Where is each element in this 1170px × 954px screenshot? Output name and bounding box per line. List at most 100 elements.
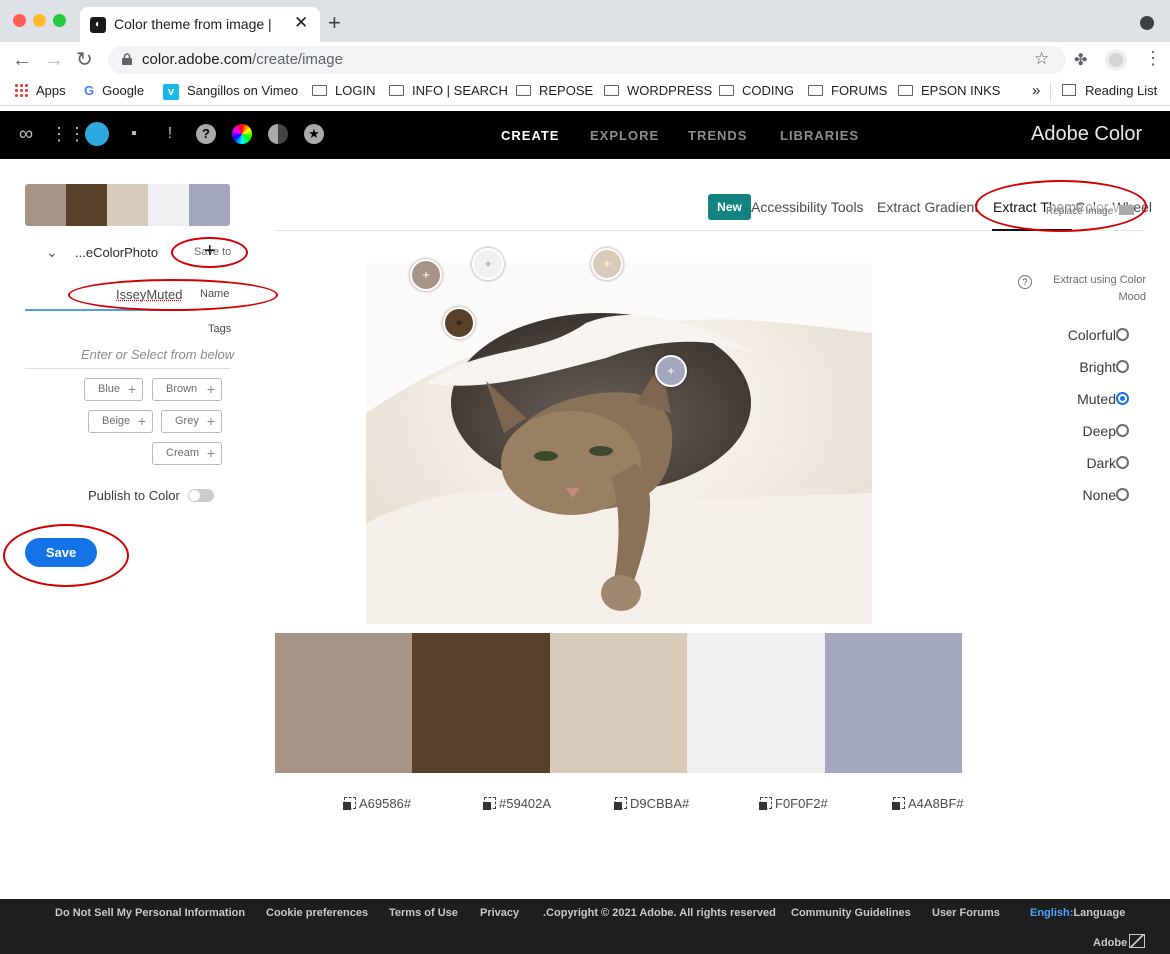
- address-bar[interactable]: color.adobe.com/create/image ☆: [108, 46, 1066, 74]
- forward-icon[interactable]: →: [44, 48, 64, 72]
- extensions-icon[interactable]: ✤: [1074, 50, 1087, 70]
- hex-value-3[interactable]: D9CBBA#: [614, 796, 689, 811]
- library-name[interactable]: ...eColorPhoto: [75, 245, 158, 260]
- nav-create[interactable]: CREATE: [501, 128, 559, 143]
- contrast-icon[interactable]: [268, 124, 288, 144]
- footer-user-forums[interactable]: User Forums: [932, 907, 1000, 919]
- tab-search-icon[interactable]: [1140, 16, 1154, 30]
- bookmark-star-icon[interactable]: ☆: [1034, 49, 1049, 69]
- browser-menu-icon[interactable]: ⋮: [1144, 48, 1162, 69]
- tab-close-icon[interactable]: ✕: [294, 13, 308, 33]
- mood-muted-label[interactable]: Muted: [1036, 391, 1116, 407]
- mood-colorful-radio[interactable]: [1116, 328, 1129, 341]
- color-picker-1[interactable]: +: [410, 259, 442, 291]
- close-window-button[interactable]: [13, 14, 26, 27]
- mini-swatch-5[interactable]: [189, 184, 230, 226]
- footer-privacy[interactable]: Privacy: [480, 907, 519, 919]
- bookmark-login[interactable]: LOGIN: [312, 83, 375, 99]
- mood-colorful-label[interactable]: Colorful: [1036, 327, 1116, 343]
- reload-icon[interactable]: ↻: [76, 48, 93, 72]
- adobe-color-app-icon[interactable]: [85, 122, 109, 146]
- star-icon[interactable]: ★: [304, 124, 324, 144]
- cat-photo[interactable]: [366, 263, 872, 624]
- nav-trends[interactable]: TRENDS: [688, 128, 747, 143]
- tag-grey[interactable]: Grey +: [161, 410, 222, 433]
- mood-bright-radio[interactable]: [1116, 360, 1129, 373]
- footer-community-guidelines[interactable]: Community Guidelines: [791, 907, 911, 919]
- plus-icon: +: [137, 413, 146, 429]
- bookmark-info-search[interactable]: INFO | SEARCH: [389, 83, 508, 99]
- adobe-color-brand[interactable]: Adobe Color: [1031, 123, 1142, 146]
- hex-value-1[interactable]: A69586#: [343, 796, 411, 811]
- footer-do-not-sell[interactable]: Do Not Sell My Personal Information: [55, 907, 245, 919]
- bookmark-wordpress[interactable]: WORDPRESS: [604, 83, 712, 99]
- mini-swatch-2[interactable]: [66, 184, 107, 226]
- palette-swatch-5[interactable]: [825, 633, 962, 773]
- bookmark-apps[interactable]: Apps: [14, 83, 66, 99]
- bookmarks-overflow-icon[interactable]: »: [1032, 83, 1040, 99]
- publish-toggle[interactable]: [188, 489, 214, 502]
- palette-swatch-4[interactable]: [687, 633, 825, 773]
- mood-none-radio[interactable]: [1116, 488, 1129, 501]
- mood-muted-radio[interactable]: [1116, 392, 1129, 405]
- palette-swatch-1[interactable]: [275, 633, 412, 773]
- mood-dark-label[interactable]: Dark: [1036, 455, 1116, 471]
- creative-cloud-icon[interactable]: ∞: [16, 124, 36, 144]
- mini-swatch-1[interactable]: [25, 184, 66, 226]
- tab-title: Color theme from image | Adob: [114, 16, 274, 32]
- mood-none-label[interactable]: None: [1036, 487, 1116, 503]
- help-icon[interactable]: ?: [1018, 275, 1032, 289]
- hex-value-2[interactable]: #59402A: [483, 796, 551, 811]
- tab-accessibility-tools[interactable]: Accessibility Tools: [751, 199, 864, 215]
- bookmark-epson-inks[interactable]: EPSON INKS: [898, 83, 1000, 99]
- color-wheel-icon[interactable]: [232, 124, 252, 144]
- new-tab-icon[interactable]: +: [328, 12, 341, 34]
- nav-explore[interactable]: EXPLORE: [590, 128, 659, 143]
- minimize-window-button[interactable]: [33, 14, 46, 27]
- bookmark-forums[interactable]: FORUMS: [808, 83, 887, 99]
- chevron-down-icon[interactable]: ⌄: [46, 244, 58, 261]
- footer-adobe-logo: Adobe: [1093, 934, 1146, 949]
- chat-icon[interactable]: ▪: [124, 124, 144, 144]
- mini-swatch-4[interactable]: [148, 184, 189, 226]
- color-picker-2[interactable]: +: [443, 307, 475, 339]
- alert-icon[interactable]: !: [160, 124, 180, 144]
- mini-swatch-3[interactable]: [107, 184, 148, 226]
- folder-icon: [604, 85, 619, 96]
- footer-language[interactable]: English:Language: [1030, 907, 1125, 919]
- tags-input[interactable]: Enter or Select from below: [81, 347, 234, 362]
- bookmark-vimeo[interactable]: v Sangillos on Vimeo: [163, 83, 298, 100]
- back-icon[interactable]: ←: [12, 48, 32, 72]
- profile-avatar[interactable]: [1105, 49, 1127, 71]
- bookmarks-divider: [1050, 82, 1051, 102]
- color-picker-5[interactable]: +: [655, 355, 687, 387]
- hex-value-4[interactable]: F0F0F2#: [759, 796, 828, 811]
- mood-deep-radio[interactable]: [1116, 424, 1129, 437]
- browser-tab[interactable]: ◐ Color theme from image | Adob ✕: [80, 7, 320, 42]
- nav-libraries[interactable]: LIBRARIES: [780, 128, 859, 143]
- tag-brown[interactable]: Brown +: [152, 378, 222, 401]
- palette-swatch-3[interactable]: [550, 633, 687, 773]
- copy-icon: [343, 797, 356, 810]
- tag-blue[interactable]: Blue +: [84, 378, 143, 401]
- hex-value-5[interactable]: A4A8BF#: [892, 796, 964, 811]
- color-picker-3[interactable]: +: [591, 248, 623, 280]
- color-picker-4[interactable]: +: [472, 248, 504, 280]
- bookmark-repose[interactable]: REPOSE: [516, 83, 593, 99]
- mood-dark-radio[interactable]: [1116, 456, 1129, 469]
- plus-icon: +: [127, 381, 136, 397]
- palette-swatch-2[interactable]: [412, 633, 550, 773]
- tag-cream[interactable]: Cream +: [152, 442, 222, 465]
- reading-list[interactable]: Reading List: [1062, 83, 1157, 99]
- bookmark-coding[interactable]: CODING: [719, 83, 794, 99]
- footer-terms-of-use[interactable]: Terms of Use: [389, 907, 458, 919]
- mood-bright-label[interactable]: Bright: [1036, 359, 1116, 375]
- bookmark-google[interactable]: G Google: [84, 83, 144, 99]
- tag-beige[interactable]: Beige +: [88, 410, 153, 433]
- help-icon[interactable]: ?: [196, 124, 216, 144]
- tab-extract-gradient[interactable]: Extract Gradient: [877, 199, 978, 215]
- footer-cookie-preferences[interactable]: Cookie preferences: [266, 907, 368, 919]
- apps-grid-icon[interactable]: ⋮⋮: [50, 124, 86, 144]
- mood-deep-label[interactable]: Deep: [1036, 423, 1116, 439]
- zoom-window-button[interactable]: [53, 14, 66, 27]
